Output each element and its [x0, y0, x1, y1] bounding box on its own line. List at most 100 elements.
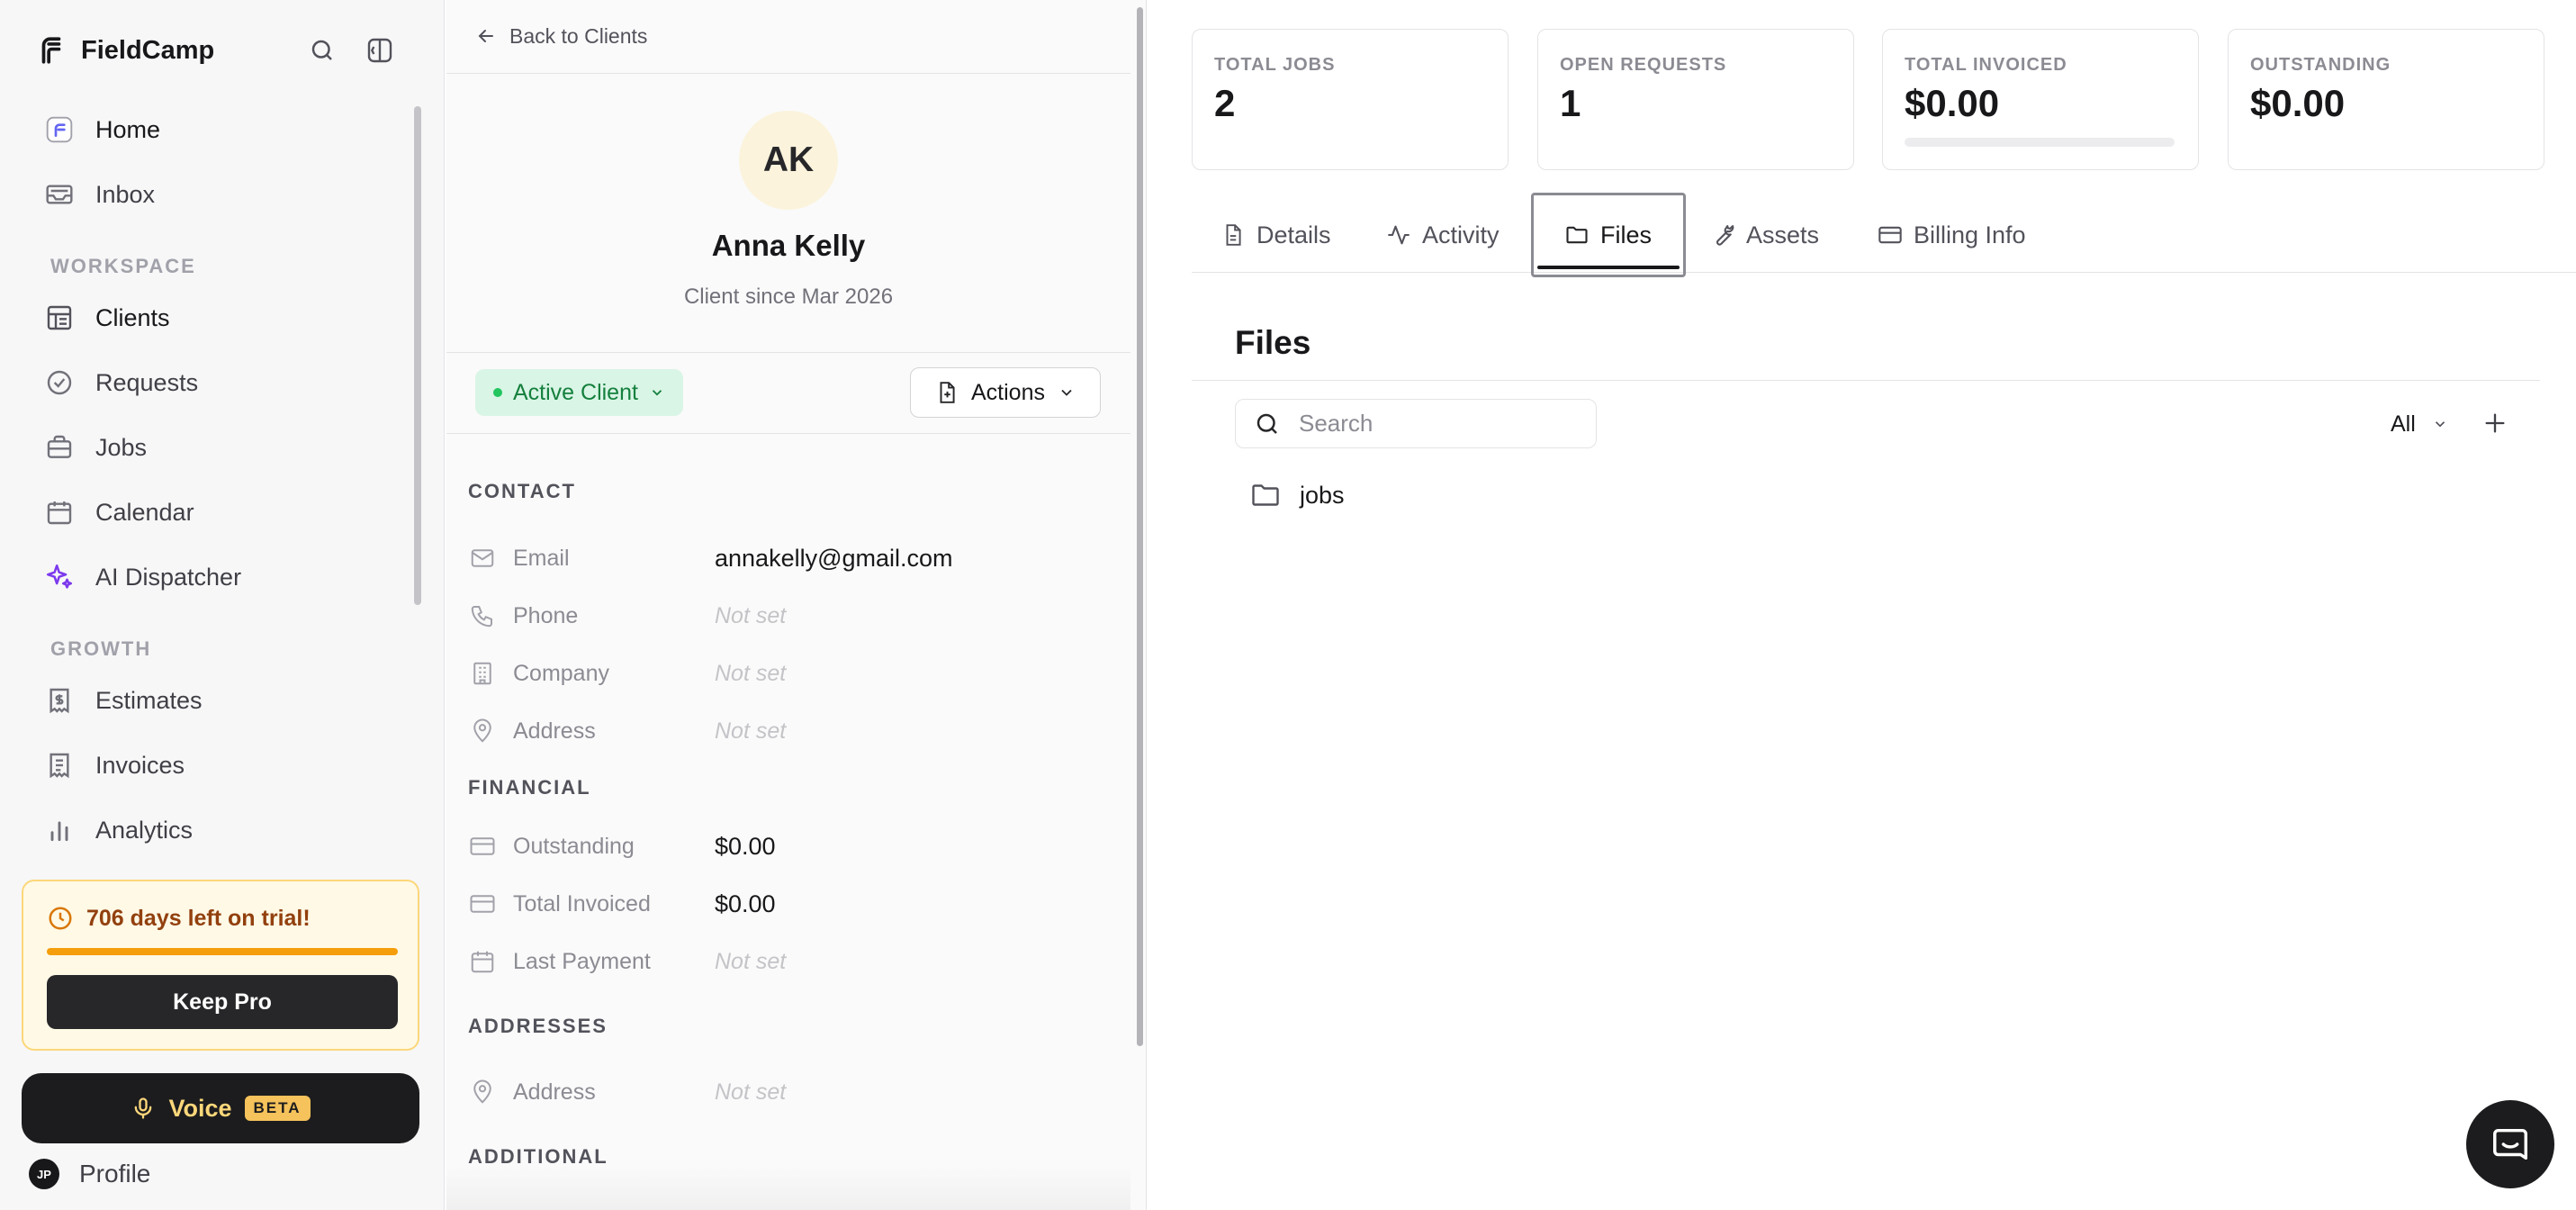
- tab-assets[interactable]: Assets: [1710, 202, 1819, 268]
- file-name: jobs: [1300, 481, 1345, 509]
- divider: [446, 433, 1130, 434]
- profile-label: Profile: [79, 1160, 151, 1187]
- bar-chart-icon: [43, 814, 76, 846]
- field-outstanding: Outstanding $0.00: [468, 828, 1116, 864]
- sidebar-item-ai-dispatcher[interactable]: AI Dispatcher: [43, 555, 241, 599]
- back-label: Back to Clients: [509, 23, 648, 48]
- sidebar-item-label: Home: [95, 115, 161, 143]
- tab-label: Files: [1600, 221, 1653, 248]
- field-label: Address: [513, 718, 596, 744]
- add-file-button[interactable]: [2477, 405, 2513, 441]
- client-avatar: AK: [739, 111, 838, 210]
- app-name: FieldCamp: [81, 35, 215, 65]
- beta-badge: BETA: [244, 1096, 311, 1121]
- sidebar-item-home[interactable]: Home: [43, 108, 160, 151]
- main-content: TOTAL JOBS 2 OPEN REQUESTS 1 TOTAL INVOI…: [1148, 0, 2576, 1210]
- sidebar-item-clients[interactable]: Clients: [43, 296, 170, 339]
- total-invoiced-value: $0.00: [715, 889, 776, 917]
- folder-icon: [1564, 222, 1590, 248]
- estimate-icon: [43, 684, 76, 717]
- map-pin-icon: [468, 717, 497, 745]
- chat-launcher-button[interactable]: [2466, 1100, 2554, 1188]
- stat-value: $0.00: [1905, 82, 2000, 124]
- keep-pro-button[interactable]: Keep Pro: [47, 975, 398, 1029]
- tab-details[interactable]: Details: [1220, 202, 1331, 268]
- sidebar-item-jobs[interactable]: Jobs: [43, 426, 147, 469]
- trial-text: 706 days left on trial!: [86, 905, 311, 931]
- filter-value: All: [2391, 411, 2416, 437]
- sidebar-item-inbox[interactable]: Inbox: [43, 173, 155, 216]
- stat-value: $0.00: [2250, 82, 2346, 124]
- search-input[interactable]: [1297, 409, 1589, 438]
- field-phone: Phone Not set: [468, 598, 1116, 634]
- sidebar-item-label: Invoices: [95, 751, 185, 779]
- workspace-section-label: WORKSPACE: [50, 255, 196, 277]
- panel-scrollbar[interactable]: [1137, 7, 1143, 1046]
- stat-card-total-jobs: TOTAL JOBS 2: [1192, 29, 1509, 170]
- company-value: Not set: [715, 660, 787, 686]
- client-status-dropdown[interactable]: Active Client: [475, 369, 683, 416]
- tab-files[interactable]: Files: [1564, 202, 1652, 268]
- address-value: Not set: [715, 718, 787, 744]
- sidebar-item-label: Requests: [95, 368, 199, 396]
- status-dot: [493, 388, 502, 397]
- invoice-icon: [43, 749, 76, 781]
- field-label: Outstanding: [513, 833, 635, 859]
- voice-label: Voice: [168, 1094, 232, 1122]
- profile-link[interactable]: JP Profile: [29, 1154, 150, 1194]
- tab-activity[interactable]: Activity: [1386, 202, 1500, 268]
- stat-card-open-requests: OPEN REQUESTS 1: [1537, 29, 1854, 170]
- clock-icon: [47, 905, 74, 932]
- briefcase-icon: [43, 431, 76, 464]
- field-label: Company: [513, 660, 609, 686]
- status-label: Active Client: [513, 379, 638, 405]
- email-value[interactable]: annakelly@gmail.com: [715, 545, 953, 573]
- brand[interactable]: FieldCamp: [36, 31, 214, 70]
- microphone-icon: [131, 1096, 156, 1121]
- stat-card-outstanding: OUTSTANDING $0.00: [2228, 29, 2544, 170]
- invoiced-progress-bar: [1905, 138, 2175, 147]
- file-list-item[interactable]: jobs: [1249, 477, 1345, 513]
- tab-label: Details: [1256, 221, 1331, 248]
- active-tab-underline: [1537, 266, 1680, 269]
- files-filter-dropdown[interactable]: All: [2391, 407, 2448, 441]
- document-icon: [1220, 222, 1246, 248]
- inbox-icon: [43, 178, 76, 211]
- plus-icon: [2482, 411, 2508, 436]
- credit-card-icon: [1878, 222, 1903, 248]
- sidebar-toggle-icon: [365, 36, 394, 65]
- sidebar-item-estimates[interactable]: Estimates: [43, 679, 203, 722]
- sidebar-item-analytics[interactable]: Analytics: [43, 808, 193, 852]
- actions-button[interactable]: Actions: [910, 367, 1101, 418]
- field-address: Address Not set: [468, 713, 1116, 749]
- client-name: Anna Kelly: [711, 229, 866, 262]
- files-search[interactable]: [1235, 399, 1597, 448]
- voice-button[interactable]: Voice BETA: [22, 1073, 419, 1143]
- arrow-left-icon: [475, 25, 497, 47]
- calendar-icon: [468, 947, 497, 976]
- chevron-down-icon: [2432, 416, 2448, 432]
- trial-card: 706 days left on trial! Keep Pro: [22, 880, 419, 1051]
- credit-card-icon: [468, 889, 497, 918]
- contact-section-title: CONTACT: [468, 480, 576, 502]
- field-last-payment: Last Payment Not set: [468, 944, 1116, 980]
- stat-label: TOTAL JOBS: [1214, 55, 1336, 75]
- back-to-clients-link[interactable]: Back to Clients: [475, 20, 647, 52]
- search-button[interactable]: [304, 32, 340, 68]
- files-divider: [1192, 380, 2540, 381]
- folder-icon: [1249, 479, 1282, 511]
- calendar-icon: [43, 496, 76, 528]
- trial-header: 706 days left on trial!: [47, 905, 311, 932]
- sidebar-item-label: Clients: [95, 303, 170, 331]
- sidebar-item-invoices[interactable]: Invoices: [43, 744, 185, 787]
- sidebar-item-requests[interactable]: Requests: [43, 361, 198, 404]
- toggle-sidebar-button[interactable]: [362, 32, 398, 68]
- client-since: Client since Mar 2026: [683, 284, 894, 309]
- sidebar-item-calendar[interactable]: Calendar: [43, 491, 194, 534]
- credit-card-icon: [468, 832, 497, 861]
- phone-icon: [468, 601, 497, 630]
- tab-billing-info[interactable]: Billing Info: [1878, 202, 2026, 268]
- field-address-list: Address Not set: [468, 1074, 1116, 1110]
- sidebar-scrollbar[interactable]: [414, 106, 421, 605]
- chat-icon: [2490, 1124, 2531, 1165]
